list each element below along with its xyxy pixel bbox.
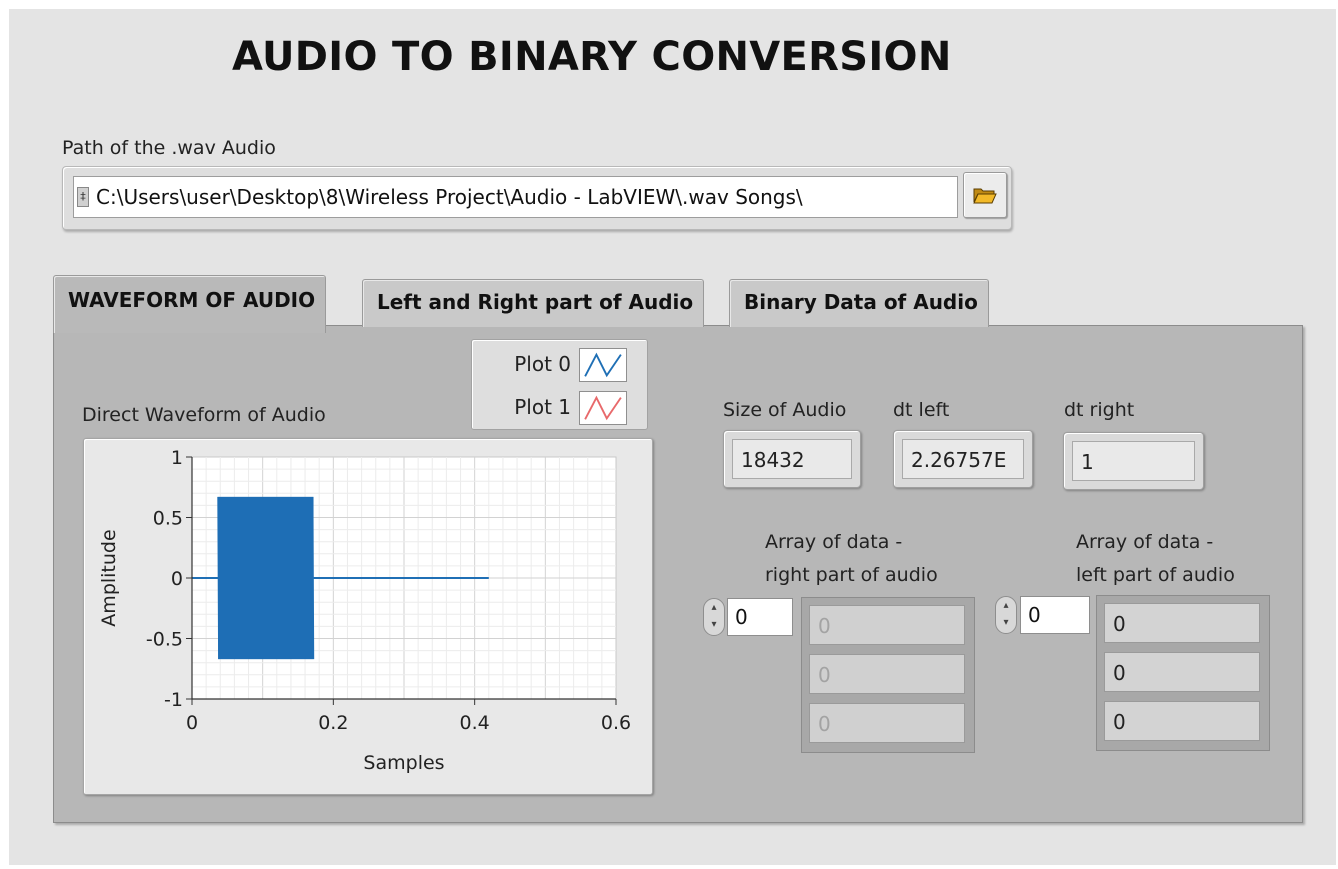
array-right-element: 0 [809,605,965,645]
path-type-icon: ‡ [77,187,89,207]
path-control: ‡ C:\Users\user\Desktop\8\Wireless Proje… [62,166,1012,230]
x-axis-title: Samples [363,752,444,774]
legend-item-plot-1[interactable]: Plot 1 [475,389,635,425]
y-tick-label: 0 [171,568,183,590]
array-left-index-spinner[interactable]: ▴ ▾ [995,596,1017,634]
legend-item-plot-0[interactable]: Plot 0 [475,346,635,382]
array-right-index-spinner[interactable]: ▴ ▾ [703,598,725,636]
dt-left-value: 2.26757E [902,439,1024,479]
array-left-element: 0 [1104,652,1260,692]
y-tick-label: -1 [164,689,183,711]
array-right-label-line1: Array of data - [765,531,903,553]
path-label: Path of the .wav Audio [62,137,276,159]
array-left-element: 0 [1104,701,1260,741]
array-left-element: 0 [1104,603,1260,643]
array-right-element: 0 [809,654,965,694]
red-line-swatch-icon [579,391,627,425]
page-title: AUDIO TO BINARY CONVERSION [232,34,952,80]
array-left-part: 0 0 0 [1096,595,1270,751]
dt-left-indicator: 2.26757E [893,430,1033,488]
array-left-index-field[interactable]: 0 [1020,596,1090,634]
array-right-part: 0 0 0 [801,597,975,753]
tab-binary-data[interactable]: Binary Data of Audio [729,279,989,327]
graph-label: Direct Waveform of Audio [82,404,326,426]
size-of-audio-indicator: 18432 [723,430,861,488]
x-tick-label: 0 [186,712,198,734]
x-tick-label: 0.2 [318,712,348,734]
legend-label: Plot 0 [514,352,571,376]
waveform-envelope [218,496,314,660]
folder-open-icon [973,188,997,204]
size-of-audio-label: Size of Audio [723,399,847,421]
x-tick-label: 0.6 [601,712,631,734]
waveform-graph: 1 0.5 0 -0.5 -1 0 0.2 0.4 0.6 Samples Amplitude [83,438,653,795]
array-left-label-line1: Array of data - [1076,531,1214,553]
dt-right-indicator: 1 [1063,432,1204,490]
tab-waveform-of-audio[interactable]: WAVEFORM OF AUDIO [53,275,327,333]
y-tick-label: 1 [171,447,183,469]
array-right-index-field[interactable]: 0 [727,598,793,636]
array-right-label-line2: right part of audio [765,564,938,586]
browse-button[interactable] [963,172,1007,218]
x-tick-label: 0.4 [460,712,490,734]
y-tick-label: 0.5 [153,508,183,530]
array-left-label-line2: left part of audio [1076,564,1235,586]
dt-left-label: dt left [893,399,950,421]
plot-legend: Plot 0 Plot 1 [471,339,648,430]
waveform-chart[interactable]: 10.50-0.5-10 0.2 0.4 0.6SamplesAmplitude [84,439,654,796]
dt-right-label: dt right [1064,399,1135,421]
y-axis-title: Amplitude [98,529,120,626]
blue-line-swatch-icon [579,348,627,382]
array-right-element: 0 [809,703,965,743]
tab-left-and-right-part[interactable]: Left and Right part of Audio [362,279,705,327]
dt-right-value: 1 [1072,441,1195,481]
legend-label: Plot 1 [514,395,571,419]
y-tick-label: -0.5 [146,629,183,651]
path-value: C:\Users\user\Desktop\8\Wireless Project… [96,185,803,209]
size-of-audio-value: 18432 [732,439,852,479]
path-field[interactable]: ‡ C:\Users\user\Desktop\8\Wireless Proje… [73,176,958,218]
